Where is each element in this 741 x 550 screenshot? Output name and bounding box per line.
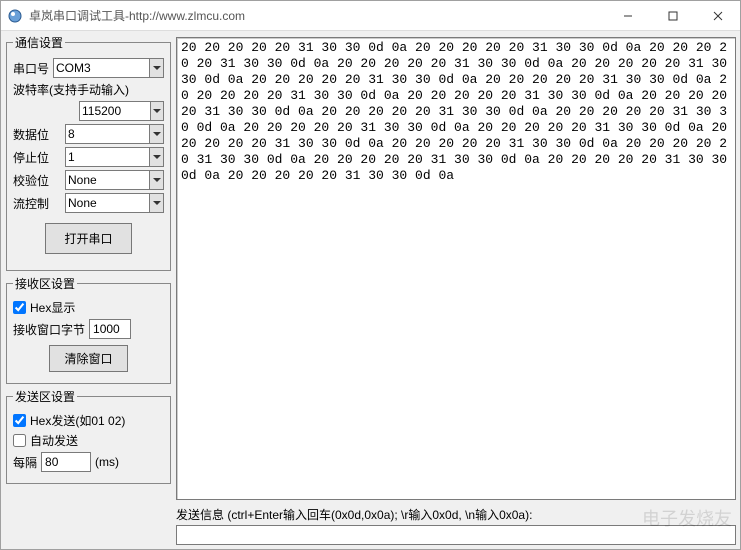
chevron-down-icon[interactable]	[149, 194, 163, 212]
chevron-down-icon[interactable]	[149, 59, 163, 77]
send-settings-group: 发送区设置 Hex发送(如01 02) 自动发送 每隔 (ms)	[6, 388, 171, 484]
flow-input[interactable]	[66, 194, 149, 212]
flow-combo[interactable]	[65, 193, 164, 213]
chevron-down-icon[interactable]	[150, 102, 163, 120]
minimize-button[interactable]	[605, 1, 650, 31]
recv-settings-group: 接收区设置 Hex显示 接收窗口字节 清除窗口	[6, 275, 171, 384]
hex-display-label: Hex显示	[30, 299, 75, 316]
auto-send-label: 自动发送	[30, 432, 78, 449]
interval-input[interactable]	[41, 452, 91, 472]
flow-label: 流控制	[13, 195, 61, 212]
window-bytes-label: 接收窗口字节	[13, 321, 85, 338]
databits-combo[interactable]	[65, 124, 164, 144]
hex-send-checkbox[interactable]	[13, 414, 26, 427]
close-button[interactable]	[695, 1, 740, 31]
stopbits-combo[interactable]	[65, 147, 164, 167]
baud-label: 波特率(支持手动输入)	[13, 81, 129, 98]
window-controls	[605, 1, 740, 31]
hex-display-checkbox[interactable]	[13, 301, 26, 314]
interval-unit: (ms)	[95, 455, 119, 469]
send-input[interactable]	[176, 525, 736, 545]
databits-label: 数据位	[13, 126, 61, 143]
databits-input[interactable]	[66, 125, 149, 143]
stopbits-label: 停止位	[13, 149, 61, 166]
baud-combo[interactable]	[79, 101, 164, 121]
content-area: 通信设置 串口号 波特率(支持手动输入)	[1, 31, 740, 549]
clear-window-button[interactable]: 清除窗口	[49, 345, 127, 372]
chevron-down-icon[interactable]	[149, 148, 163, 166]
maximize-button[interactable]	[650, 1, 695, 31]
app-icon	[7, 8, 23, 24]
open-port-button[interactable]: 打开串口	[45, 223, 131, 254]
port-label: 串口号	[13, 60, 49, 77]
sidebar: 通信设置 串口号 波特率(支持手动输入)	[1, 31, 176, 549]
parity-label: 校验位	[13, 172, 61, 189]
comm-legend: 通信设置	[13, 34, 65, 51]
interval-label: 每隔	[13, 454, 37, 471]
receive-textarea[interactable]: 20 20 20 20 20 31 30 30 0d 0a 20 20 20 2…	[176, 37, 736, 500]
auto-send-checkbox[interactable]	[13, 434, 26, 447]
port-input[interactable]	[54, 59, 149, 77]
parity-combo[interactable]	[65, 170, 164, 190]
send-info-label: 发送信息 (ctrl+Enter输入回车(0x0d,0x0a); \r输入0x0…	[176, 506, 736, 523]
titlebar: 卓岚串口调试工具-http://www.zlmcu.com	[1, 1, 740, 31]
window-bytes-input[interactable]	[89, 319, 131, 339]
recv-legend: 接收区设置	[13, 275, 77, 292]
send-section: 发送信息 (ctrl+Enter输入回车(0x0d,0x0a); \r输入0x0…	[176, 506, 736, 545]
parity-input[interactable]	[66, 171, 149, 189]
hex-send-label: Hex发送(如01 02)	[30, 412, 125, 429]
chevron-down-icon[interactable]	[149, 125, 163, 143]
main-panel: 20 20 20 20 20 31 30 30 0d 0a 20 20 20 2…	[176, 31, 740, 549]
baud-input[interactable]	[80, 102, 150, 120]
comm-settings-group: 通信设置 串口号 波特率(支持手动输入)	[6, 34, 171, 271]
window-title: 卓岚串口调试工具-http://www.zlmcu.com	[29, 7, 605, 24]
app-window: 卓岚串口调试工具-http://www.zlmcu.com 通信设置 串口号	[0, 0, 741, 550]
stopbits-input[interactable]	[66, 148, 149, 166]
send-legend: 发送区设置	[13, 388, 77, 405]
port-combo[interactable]	[53, 58, 164, 78]
chevron-down-icon[interactable]	[149, 171, 163, 189]
